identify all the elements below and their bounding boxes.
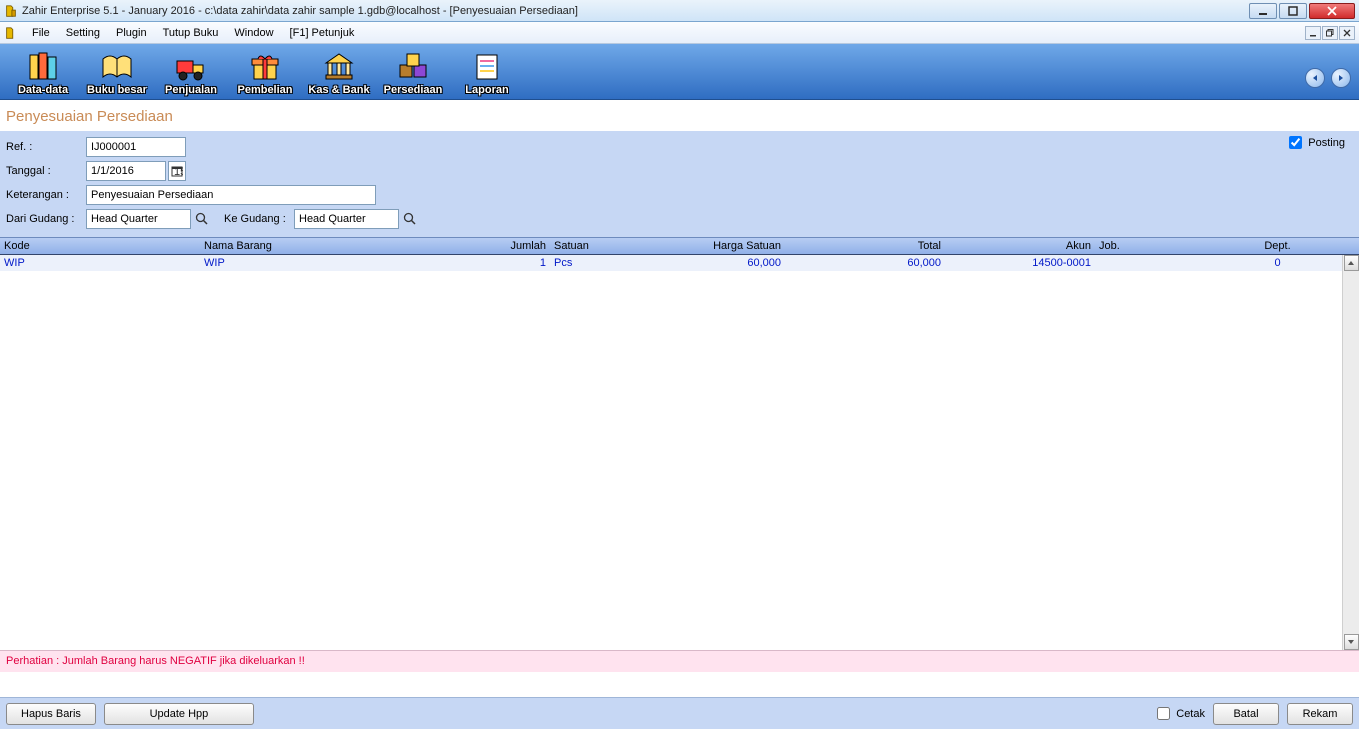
col-total[interactable]: Total <box>785 240 945 252</box>
svg-text:15: 15 <box>174 166 183 177</box>
tanggal-input[interactable] <box>86 161 166 181</box>
form-area: Posting Ref. : Tanggal : 15 Keterangan :… <box>0 131 1359 237</box>
calendar-button[interactable]: 15 <box>168 161 186 181</box>
boxes-icon <box>396 51 430 83</box>
nav-prev-button[interactable] <box>1305 68 1325 88</box>
ledger-icon <box>100 51 134 83</box>
app-small-icon <box>4 26 18 40</box>
books-icon <box>26 51 60 83</box>
mdi-close-button[interactable] <box>1339 26 1355 40</box>
col-satuan[interactable]: Satuan <box>550 240 615 252</box>
menu-window[interactable]: Window <box>226 25 281 41</box>
dari-gudang-lookup-button[interactable] <box>194 210 210 228</box>
grid-body: WIP WIP 1 Pcs 60,000 60,000 14500-0001 0 <box>0 255 1359 650</box>
cell-dept[interactable]: 0 <box>1230 257 1325 269</box>
posting-checkbox[interactable] <box>1289 136 1302 149</box>
search-icon <box>195 212 209 226</box>
hapus-baris-button[interactable]: Hapus Baris <box>6 703 96 725</box>
mdi-restore-button[interactable] <box>1322 26 1338 40</box>
search-icon <box>403 212 417 226</box>
table-row[interactable]: WIP WIP 1 Pcs 60,000 60,000 14500-0001 0 <box>0 255 1359 271</box>
page-title: Penyesuaian Persediaan <box>0 100 1359 131</box>
mdi-minimize-button[interactable] <box>1305 26 1321 40</box>
ke-gudang-label: Ke Gudang : <box>224 213 294 225</box>
toolbar-penjualan[interactable]: Penjualan <box>156 46 226 96</box>
toolbar-data-data[interactable]: Data-data <box>8 46 78 96</box>
window-close-button[interactable] <box>1309 3 1355 19</box>
cell-nama[interactable]: WIP <box>200 257 445 269</box>
bank-icon <box>322 51 356 83</box>
menu-setting[interactable]: Setting <box>58 25 108 41</box>
warning-message: Perhatian : Jumlah Barang harus NEGATIF … <box>0 650 1359 672</box>
toolbar-kas-bank[interactable]: Kas & Bank <box>304 46 374 96</box>
scroll-up-button[interactable] <box>1344 255 1359 271</box>
menubar: File Setting Plugin Tutup Buku Window [F… <box>0 22 1359 44</box>
dari-gudang-input[interactable] <box>86 209 191 229</box>
col-job[interactable]: Job. <box>1095 240 1230 252</box>
window-title: Zahir Enterprise 5.1 - January 2016 - c:… <box>22 5 1249 17</box>
app-icon <box>4 4 18 18</box>
toolbar-laporan[interactable]: Laporan <box>452 46 522 96</box>
report-icon <box>470 51 504 83</box>
content-area: Penyesuaian Persediaan Posting Ref. : Ta… <box>0 100 1359 697</box>
nav-next-button[interactable] <box>1331 68 1351 88</box>
footer-bar: Hapus Baris Update Hpp Cetak Batal Rekam <box>0 697 1359 729</box>
col-nama[interactable]: Nama Barang <box>200 240 445 252</box>
posting-checkbox-row: Posting <box>1285 133 1345 152</box>
grid-header: Kode Nama Barang Jumlah Satuan Harga Sat… <box>0 237 1359 255</box>
col-kode[interactable]: Kode <box>0 240 200 252</box>
col-jumlah[interactable]: Jumlah <box>445 240 550 252</box>
col-harga[interactable]: Harga Satuan <box>615 240 785 252</box>
gift-icon <box>248 51 282 83</box>
cell-akun[interactable]: 14500-0001 <box>945 257 1095 269</box>
window-titlebar: Zahir Enterprise 5.1 - January 2016 - c:… <box>0 0 1359 22</box>
cell-kode[interactable]: WIP <box>0 257 200 269</box>
ref-input[interactable] <box>86 137 186 157</box>
col-akun[interactable]: Akun <box>945 240 1095 252</box>
scroll-track[interactable] <box>1343 271 1359 634</box>
keterangan-input[interactable] <box>86 185 376 205</box>
main-toolbar: Data-data Buku besar Penjualan Pembelian… <box>0 44 1359 100</box>
cetak-checkbox[interactable] <box>1157 707 1170 720</box>
toolbar-persediaan[interactable]: Persediaan <box>378 46 448 96</box>
update-hpp-button[interactable]: Update Hpp <box>104 703 254 725</box>
col-dept[interactable]: Dept. <box>1230 240 1325 252</box>
menu-file[interactable]: File <box>24 25 58 41</box>
posting-label: Posting <box>1308 137 1345 149</box>
ke-gudang-lookup-button[interactable] <box>402 210 418 228</box>
window-minimize-button[interactable] <box>1249 3 1277 19</box>
cell-satuan[interactable]: Pcs <box>550 257 615 269</box>
cetak-label: Cetak <box>1176 708 1205 720</box>
cetak-checkbox-row: Cetak <box>1153 704 1205 723</box>
menu-help[interactable]: [F1] Petunjuk <box>282 25 363 41</box>
ref-label: Ref. : <box>6 141 86 153</box>
menu-tutup-buku[interactable]: Tutup Buku <box>155 25 227 41</box>
ke-gudang-input[interactable] <box>294 209 399 229</box>
cell-total[interactable]: 60,000 <box>785 257 945 269</box>
toolbar-buku-besar[interactable]: Buku besar <box>82 46 152 96</box>
calendar-icon: 15 <box>171 165 183 177</box>
dari-gudang-label: Dari Gudang : <box>6 213 86 225</box>
cell-jumlah[interactable]: 1 <box>445 257 550 269</box>
batal-button[interactable]: Batal <box>1213 703 1279 725</box>
keterangan-label: Keterangan : <box>6 189 86 201</box>
menu-plugin[interactable]: Plugin <box>108 25 155 41</box>
truck-icon <box>174 51 208 83</box>
toolbar-pembelian[interactable]: Pembelian <box>230 46 300 96</box>
rekam-button[interactable]: Rekam <box>1287 703 1353 725</box>
vertical-scrollbar[interactable] <box>1342 255 1359 650</box>
scroll-down-button[interactable] <box>1344 634 1359 650</box>
tanggal-label: Tanggal : <box>6 165 86 177</box>
cell-harga[interactable]: 60,000 <box>615 257 785 269</box>
window-maximize-button[interactable] <box>1279 3 1307 19</box>
